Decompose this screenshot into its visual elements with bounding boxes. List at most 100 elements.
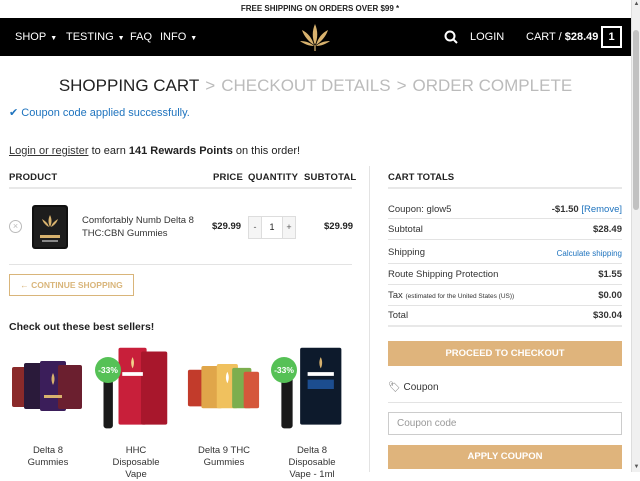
- scrollbar-thumb[interactable]: [633, 30, 639, 210]
- chevron-down-icon: ▼: [50, 35, 58, 42]
- tag-icon: 🏷: [388, 382, 401, 393]
- search-icon[interactable]: [444, 30, 458, 44]
- product-label-line: Disposable: [288, 457, 336, 468]
- item-subtotal: $29.99: [324, 221, 354, 232]
- nav-shop[interactable]: SHOP ▼: [15, 31, 57, 45]
- product-label-line: Disposable: [112, 457, 160, 468]
- product-label-line: Delta 8: [32, 445, 64, 456]
- qty-input[interactable]: 1: [261, 217, 283, 238]
- tax-note: (estimated for the United States (US)): [405, 293, 515, 300]
- main-nav: SHOP ▼ TESTING ▼ FAQ INFO ▼ LOGIN CART / $2…: [0, 18, 631, 56]
- qty-plus-button[interactable]: +: [283, 217, 295, 238]
- discount-badge: -33%: [271, 357, 297, 383]
- product-label-line: Delta 9 THC: [197, 445, 251, 456]
- tax-row: Tax (estimated for the United States (US…: [388, 290, 622, 301]
- subtotal-value: $28.49: [592, 224, 622, 235]
- totals-header-divider: [388, 187, 622, 189]
- row-divider: [388, 263, 622, 264]
- breadcrumb-separator: >: [205, 76, 216, 95]
- subtotal-row: Subtotal $28.49: [388, 224, 622, 235]
- cart-count-badge[interactable]: 1: [601, 26, 622, 48]
- route-value: $1.55: [598, 269, 622, 280]
- product-label[interactable]: Delta 8 Gummies: [8, 445, 88, 469]
- route-label: Route Shipping Protection: [388, 269, 499, 280]
- notice-text: Coupon code applied successfully.: [21, 107, 190, 119]
- best-sellers-title: Check out these best sellers!: [9, 321, 155, 333]
- coupon-section-label: 🏷 Coupon: [388, 382, 439, 393]
- row-divider: [388, 284, 622, 285]
- nav-testing[interactable]: TESTING ▼: [66, 31, 125, 45]
- qty-minus-button[interactable]: -: [249, 217, 261, 238]
- check-icon: ✔: [9, 107, 19, 119]
- cart-label: CART /: [526, 31, 562, 43]
- col-quantity: QUANTITY: [248, 172, 299, 183]
- nav-info-label: INFO: [160, 31, 187, 43]
- product-label[interactable]: Delta 8 Disposable Vape - 1ml: [272, 445, 352, 481]
- nav-cart[interactable]: CART / $28.49: [526, 31, 598, 43]
- rewards-pre: to earn: [91, 145, 126, 157]
- breadcrumb-complete: ORDER COMPLETE: [412, 76, 573, 95]
- continue-shopping-button[interactable]: ← CONTINUE SHOPPING: [9, 274, 134, 296]
- tax-value: $0.00: [598, 290, 622, 301]
- nav-login[interactable]: LOGIN: [470, 31, 504, 43]
- col-subtotal: SUBTOTAL: [304, 172, 357, 183]
- nav-info[interactable]: INFO ▼: [160, 31, 197, 45]
- rewards-post: on this order!: [235, 145, 301, 157]
- product-label-line: Gummies: [27, 457, 69, 468]
- product-label-line: Delta 8: [296, 445, 328, 456]
- product-image-delta9-gummies[interactable]: [186, 345, 261, 435]
- row-divider: [388, 239, 622, 240]
- scroll-up-icon[interactable]: ▲: [633, 1, 640, 8]
- product-label-line: Vape: [125, 469, 147, 480]
- product-thumbnail[interactable]: [30, 203, 70, 251]
- coupon-row-value: -$1.50: [551, 204, 579, 215]
- shipping-banner: FREE SHIPPING ON ORDERS OVER $99 *: [0, 0, 640, 18]
- shipping-label: Shipping: [388, 247, 425, 258]
- login-register-link[interactable]: Login or register: [9, 145, 89, 157]
- col-price: PRICE: [213, 172, 244, 183]
- col-product: PRODUCT: [9, 172, 58, 183]
- coupon-code-input[interactable]: Coupon code: [388, 412, 622, 435]
- nav-testing-label: TESTING: [66, 31, 114, 43]
- calculate-shipping-link[interactable]: Calculate shipping: [557, 249, 622, 258]
- totals-footer-divider: [388, 325, 622, 327]
- route-protection-row: Route Shipping Protection $1.55: [388, 269, 622, 280]
- row-divider: [388, 218, 622, 219]
- proceed-to-checkout-button[interactable]: PROCEED TO CHECKOUT: [388, 341, 622, 366]
- row-divider: [9, 264, 352, 265]
- total-label: Total: [388, 310, 409, 321]
- coupon-success-notice: ✔ Coupon code applied successfully.: [9, 106, 190, 119]
- product-image-delta8-gummies[interactable]: [10, 345, 85, 435]
- column-divider: [369, 166, 370, 472]
- total-value: $30.04: [592, 310, 622, 321]
- checkout-breadcrumb: SHOPPING CART > CHECKOUT DETAILS > ORDER COM…: [0, 76, 631, 96]
- breadcrumb-cart[interactable]: SHOPPING CART: [59, 76, 199, 95]
- breadcrumb-checkout[interactable]: CHECKOUT DETAILS: [221, 76, 390, 95]
- chevron-down-icon: ▼: [117, 35, 125, 42]
- remove-item-icon[interactable]: ×: [9, 220, 22, 233]
- remove-coupon-link[interactable]: [Remove]: [581, 204, 622, 215]
- coupon-divider: [388, 402, 622, 403]
- scroll-down-icon[interactable]: ▼: [633, 464, 640, 471]
- rewards-message: Login or register to earn 141 Rewards Po…: [9, 145, 300, 157]
- tax-label: Tax: [388, 290, 403, 301]
- item-price: $29.99: [212, 221, 242, 232]
- product-label-line: Gummies: [203, 457, 245, 468]
- scrollbar[interactable]: ▲ ▼: [631, 0, 640, 472]
- coupon-label-text: Coupon: [403, 382, 439, 393]
- product-name-link[interactable]: Comfortably Numb Delta 8 THC:CBN Gummies: [82, 214, 202, 240]
- product-label-line: Vape - 1ml: [289, 469, 335, 480]
- subtotal-label: Subtotal: [388, 224, 423, 235]
- coupon-row: Coupon: glow5 -$1.50 [Remove]: [388, 204, 622, 215]
- product-label[interactable]: HHC Disposable Vape: [96, 445, 176, 481]
- coupon-row-label: Coupon: glow5: [388, 204, 452, 215]
- chevron-down-icon: ▼: [190, 35, 198, 42]
- shipping-row: Shipping Calculate shipping: [388, 247, 622, 258]
- discount-badge: -33%: [95, 357, 121, 383]
- breadcrumb-separator: >: [396, 76, 407, 95]
- logo-icon[interactable]: [298, 22, 332, 52]
- nav-shop-label: SHOP: [15, 31, 47, 43]
- nav-faq[interactable]: FAQ: [130, 31, 152, 43]
- apply-coupon-button[interactable]: APPLY COUPON: [388, 445, 622, 469]
- product-label[interactable]: Delta 9 THC Gummies: [184, 445, 264, 469]
